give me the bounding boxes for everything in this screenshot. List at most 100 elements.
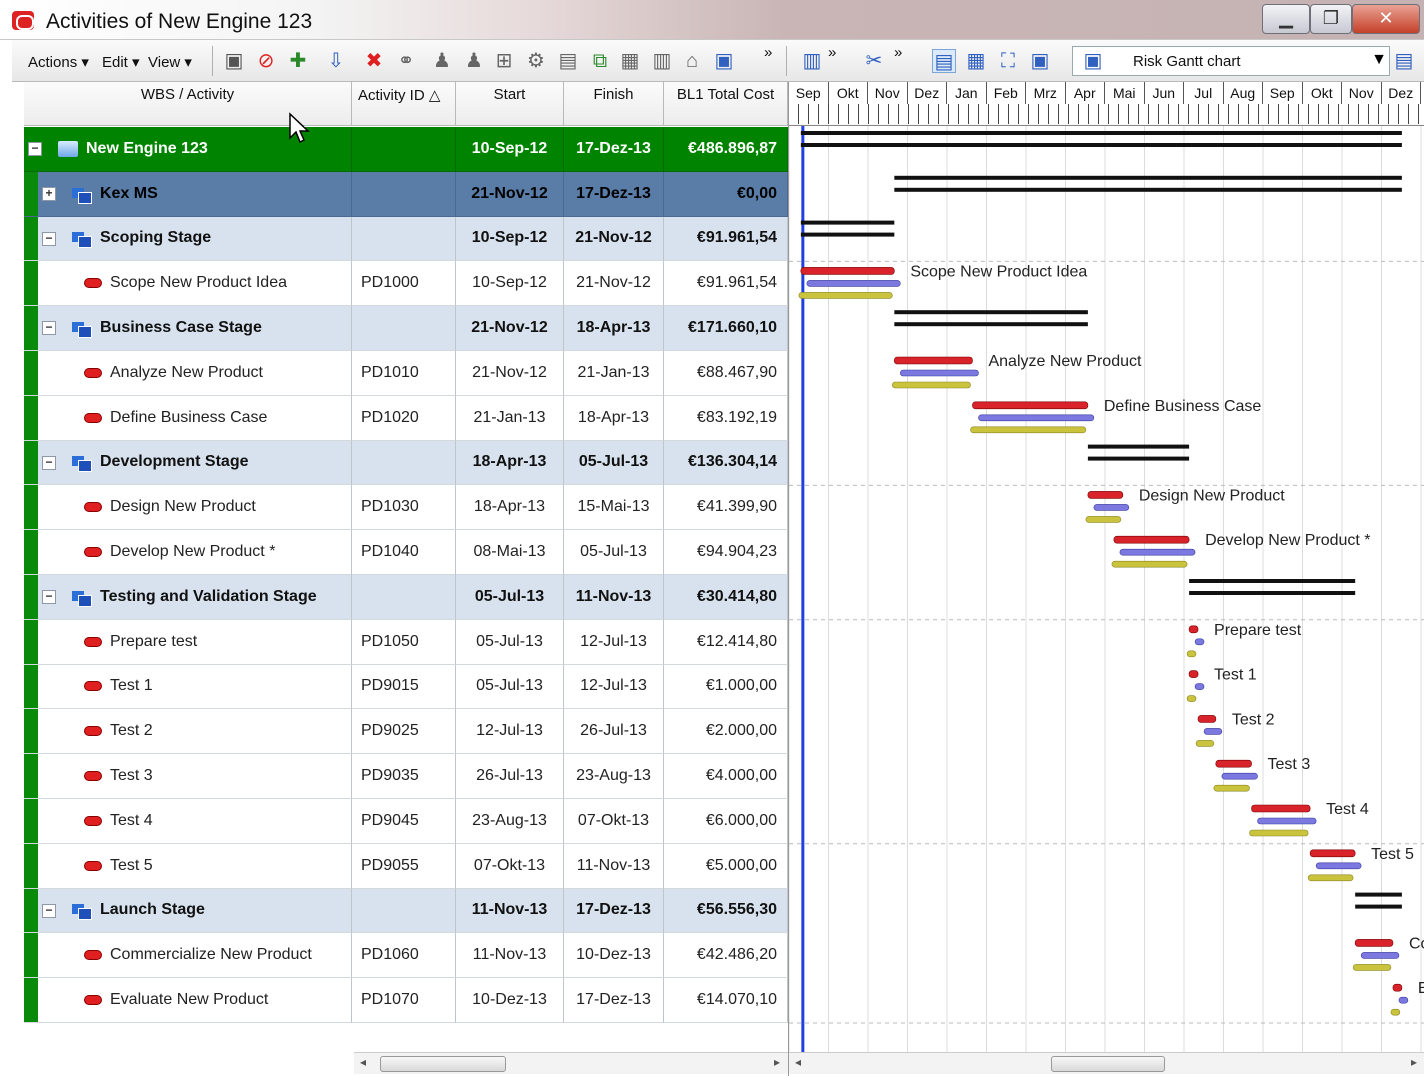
cell-cost[interactable]: €6.000,00: [664, 799, 788, 844]
chart-icon[interactable]: ▥: [650, 49, 674, 73]
cell-finish[interactable]: 11-Nov-13: [564, 575, 664, 620]
tree-icon[interactable]: ⊞: [492, 49, 516, 73]
layout-options-icon[interactable]: ▤: [1392, 49, 1416, 73]
copy-icon[interactable]: ⧉: [588, 49, 612, 73]
table-row[interactable]: − New Engine 123 10-Sep-12 17-Dez-13 €486.89…: [24, 127, 788, 172]
save-icon[interactable]: ▣: [222, 49, 246, 73]
close-button[interactable]: ✕: [1352, 4, 1420, 34]
table-row[interactable]: Design New Product PD1030 18-Apr-13 15-Mai-…: [24, 485, 788, 531]
cell-start[interactable]: 08-Mai-13: [456, 530, 564, 575]
gantt-view-icon[interactable]: ▤: [932, 49, 956, 73]
table-row[interactable]: Test 5 PD9055 07-Okt-13 11-Nov-13 €5.000,00: [24, 843, 788, 889]
cell-wbs[interactable]: Test 5: [24, 843, 352, 889]
cell-wbs[interactable]: Test 3: [24, 754, 352, 799]
column-header-activity-id[interactable]: Activity ID △: [352, 82, 456, 126]
cell-wbs[interactable]: + Kex MS: [24, 171, 352, 217]
cell-cost[interactable]: €12.414,80: [664, 619, 788, 665]
column-header-finish[interactable]: Finish: [564, 82, 664, 126]
cell-finish[interactable]: 05-Jul-13: [564, 440, 664, 486]
cell-cost[interactable]: €0,00: [664, 171, 788, 217]
table-row[interactable]: − Business Case Stage 21-Nov-12 18-Apr-13 €1…: [24, 306, 788, 351]
cancel-icon[interactable]: ⊘: [254, 49, 278, 73]
group-icon[interactable]: ▤: [556, 49, 580, 73]
expand-toggle-icon[interactable]: −: [28, 142, 42, 156]
cell-cost[interactable]: €30.414,80: [664, 575, 788, 620]
cell-activity-id[interactable]: [352, 306, 456, 351]
columns-icon[interactable]: ▥: [800, 49, 824, 73]
cell-activity-id[interactable]: PD1030: [352, 485, 456, 531]
cell-wbs[interactable]: − Development Stage: [24, 440, 352, 486]
cell-cost[interactable]: €56.556,30: [664, 888, 788, 934]
grid-scroll-thumb[interactable]: [380, 1056, 506, 1072]
cell-start[interactable]: 05-Jul-13: [456, 619, 564, 665]
cell-activity-id[interactable]: PD1020: [352, 395, 456, 441]
cell-cost[interactable]: €4.000,00: [664, 754, 788, 799]
cell-cost[interactable]: €42.486,20: [664, 933, 788, 979]
cell-cost[interactable]: €2.000,00: [664, 709, 788, 755]
network-view-icon[interactable]: ⛶: [996, 49, 1020, 73]
cell-start[interactable]: 10-Sep-12: [456, 127, 564, 172]
report-icon[interactable]: ▣: [712, 49, 736, 73]
table-row[interactable]: − Testing and Validation Stage 05-Jul-13 11…: [24, 575, 788, 620]
table-row[interactable]: Test 3 PD9035 26-Jul-13 23-Aug-13 €4.000,00: [24, 754, 788, 799]
cell-cost[interactable]: €14.070,10: [664, 978, 788, 1023]
cell-start[interactable]: 10-Sep-12: [456, 261, 564, 307]
cell-cost[interactable]: €91.961,54: [664, 261, 788, 307]
cell-start[interactable]: 12-Jul-13: [456, 709, 564, 755]
cell-finish[interactable]: 12-Jul-13: [564, 619, 664, 665]
cell-start[interactable]: 11-Nov-13: [456, 933, 564, 979]
cell-start[interactable]: 18-Apr-13: [456, 485, 564, 531]
table-row[interactable]: Commercialize New Product PD1060 11-Nov-13…: [24, 933, 788, 979]
cell-cost[interactable]: €1.000,00: [664, 664, 788, 710]
cell-finish[interactable]: 23-Aug-13: [564, 754, 664, 799]
expand-toggle-icon[interactable]: +: [42, 186, 56, 201]
cell-activity-id[interactable]: [352, 440, 456, 486]
toolbar-overflow-button-2[interactable]: »: [828, 44, 836, 61]
cell-start[interactable]: 05-Jul-13: [456, 575, 564, 620]
cell-finish[interactable]: 26-Jul-13: [564, 709, 664, 755]
cell-wbs[interactable]: Evaluate New Product: [24, 978, 352, 1023]
cell-activity-id[interactable]: [352, 127, 456, 172]
table-row[interactable]: Test 1 PD9015 05-Jul-13 12-Jul-13 €1.000,00: [24, 664, 788, 710]
cell-wbs[interactable]: Develop New Product *: [24, 530, 352, 575]
cell-cost[interactable]: €136.304,14: [664, 440, 788, 486]
cell-finish[interactable]: 11-Nov-13: [564, 843, 664, 889]
table-row[interactable]: Develop New Product * PD1040 08-Mai-13 05-J…: [24, 530, 788, 575]
cell-activity-id[interactable]: [352, 216, 456, 262]
toolbar-overflow-button[interactable]: »: [764, 44, 772, 61]
scroll-left-icon[interactable]: ◂: [360, 1055, 366, 1069]
cell-cost[interactable]: €91.961,54: [664, 216, 788, 262]
assign-icon[interactable]: ⇩: [324, 49, 348, 73]
cell-start[interactable]: 10-Sep-12: [456, 216, 564, 262]
cell-finish[interactable]: 17-Dez-13: [564, 978, 664, 1023]
cell-start[interactable]: 23-Aug-13: [456, 799, 564, 844]
cell-activity-id[interactable]: PD9035: [352, 754, 456, 799]
scroll-left-icon[interactable]: ◂: [795, 1055, 801, 1069]
cell-activity-id[interactable]: PD1060: [352, 933, 456, 979]
cell-finish[interactable]: 15-Mai-13: [564, 485, 664, 531]
table-view-icon[interactable]: ▦: [964, 49, 988, 73]
table-row[interactable]: Analyze New Product PD1010 21-Nov-12 21-Jan…: [24, 351, 788, 396]
cell-finish[interactable]: 17-Dez-13: [564, 127, 664, 172]
edit-menu[interactable]: Edit ▾: [102, 53, 140, 71]
cell-finish[interactable]: 17-Dez-13: [564, 888, 664, 934]
table-row[interactable]: Test 2 PD9025 12-Jul-13 26-Jul-13 €2.000,00: [24, 709, 788, 755]
cell-wbs[interactable]: − Testing and Validation Stage: [24, 575, 352, 620]
calendar-view-icon[interactable]: ▣: [1028, 49, 1052, 73]
lock-icon[interactable]: ⌂: [680, 49, 704, 73]
cell-start[interactable]: 05-Jul-13: [456, 664, 564, 710]
cell-wbs[interactable]: Prepare test: [24, 619, 352, 665]
calendar-icon[interactable]: ▦: [618, 49, 642, 73]
gantt-horizontal-scrollbar[interactable]: ◂ ▸: [789, 1052, 1424, 1074]
cell-activity-id[interactable]: [352, 171, 456, 217]
view-menu[interactable]: View ▾: [148, 53, 192, 71]
filter-icon[interactable]: ⚙: [524, 49, 548, 73]
expand-toggle-icon[interactable]: −: [42, 455, 56, 470]
cell-wbs[interactable]: Scope New Product Idea: [24, 261, 352, 307]
restore-button[interactable]: ❐: [1310, 4, 1352, 34]
cell-wbs[interactable]: − Scoping Stage: [24, 216, 352, 262]
cell-finish[interactable]: 21-Jan-13: [564, 351, 664, 396]
grid-horizontal-scrollbar[interactable]: ◂ ▸: [354, 1052, 788, 1074]
table-row[interactable]: − Scoping Stage 10-Sep-12 21-Nov-12 €91.961,…: [24, 216, 788, 262]
cell-start[interactable]: 21-Nov-12: [456, 171, 564, 217]
